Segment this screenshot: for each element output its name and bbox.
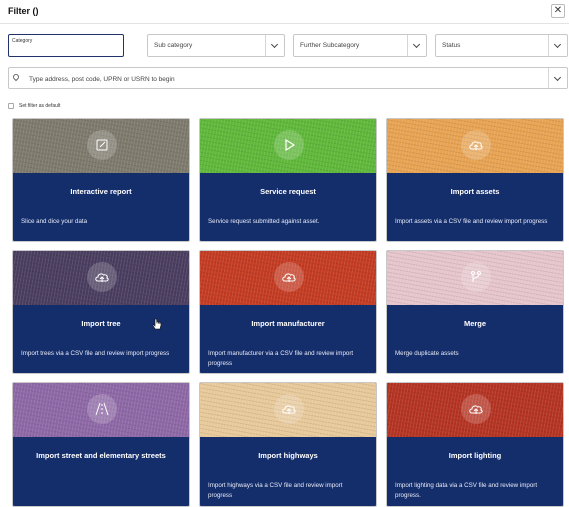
card-banner	[200, 251, 376, 305]
card-description: Import highways via a CSV file and revie…	[208, 482, 343, 499]
card-description: Merge duplicate assets	[395, 350, 459, 357]
chevron-down-icon[interactable]	[548, 35, 567, 56]
close-button[interactable]: ✕	[551, 4, 565, 18]
card-import-manufacturer[interactable]: Import manufacturer Import manufacturer v…	[199, 250, 377, 374]
card-banner	[387, 383, 563, 437]
card-description: Import manufacturer via a CSV file and r…	[208, 350, 354, 367]
card-description: Import assets via a CSV file and review …	[395, 218, 548, 225]
play-icon	[274, 130, 304, 160]
card-import-lighting[interactable]: Import lighting Import lighting data via …	[386, 382, 564, 507]
card-title: Interactive report	[70, 187, 132, 196]
card-title: Import tree	[81, 319, 121, 328]
edit-icon	[87, 130, 117, 160]
card-banner	[200, 119, 376, 173]
dialog-title: Filter ()	[8, 6, 39, 16]
card-description: Slice and dice your data	[21, 218, 88, 225]
further-subcategory-select[interactable]: Further Subcategory	[293, 34, 427, 57]
card-banner	[387, 251, 563, 305]
upload-cloud-icon	[461, 130, 491, 160]
card-import-assets[interactable]: Import assets Import assets via a CSV fil…	[386, 118, 564, 242]
card-banner	[387, 119, 563, 173]
card-import-highways[interactable]: Import highways Import highways via a CSV…	[199, 382, 377, 507]
upload-cloud-icon	[461, 394, 491, 424]
card-banner	[13, 383, 189, 437]
subcategory-select[interactable]: Sub category	[147, 34, 285, 57]
card-title: Import assets	[450, 187, 500, 196]
card-banner	[200, 383, 376, 437]
road-icon	[87, 394, 117, 424]
address-search-input[interactable]: Type address, post code, UPRN or USRN to…	[8, 67, 568, 89]
card-merge[interactable]: Merge Merge duplicate assets	[386, 250, 564, 374]
upload-cloud-icon	[274, 262, 304, 292]
upload-cloud-icon	[87, 262, 117, 292]
card-import-street-and-elementary-streets[interactable]: Import street and elementary streets	[12, 382, 190, 507]
address-search-placeholder: Type address, post code, UPRN or USRN to…	[29, 76, 175, 83]
further-subcategory-placeholder: Further Subcategory	[300, 42, 360, 49]
mouse-cursor-icon	[152, 318, 162, 330]
category-select[interactable]: Category	[8, 34, 124, 57]
card-title: Service request	[260, 187, 316, 196]
merge-icon	[461, 262, 491, 292]
chevron-down-icon[interactable]	[548, 68, 567, 88]
card-import-tree[interactable]: Import tree Import trees via a CSV file a…	[12, 250, 190, 374]
status-select[interactable]: Status	[435, 34, 568, 57]
dialog-header: Filter () ✕	[0, 0, 569, 24]
status-placeholder: Status	[442, 42, 461, 49]
card-title: Import highways	[258, 451, 318, 460]
card-title: Import street and elementary streets	[36, 451, 166, 460]
card-description: Import trees via a CSV file and review i…	[21, 350, 170, 357]
chevron-down-icon[interactable]	[407, 35, 426, 56]
card-description: Import lighting data via a CSV file and …	[395, 482, 538, 499]
chevron-down-icon[interactable]	[265, 35, 284, 56]
card-title: Import manufacturer	[251, 319, 325, 328]
card-description: Service request submitted against asset.	[208, 218, 320, 225]
set-default-label: Set filter as default	[19, 103, 61, 109]
subcategory-placeholder: Sub category	[154, 42, 193, 49]
category-label: Category	[12, 38, 33, 44]
close-icon: ✕	[553, 5, 563, 16]
card-banner	[13, 119, 189, 173]
card-interactive-report[interactable]: Interactive report Slice and dice your da…	[12, 118, 190, 242]
upload-cloud-icon	[274, 394, 304, 424]
location-pin-icon	[11, 72, 21, 82]
card-title: Merge	[463, 319, 487, 328]
card-service-request[interactable]: Service request Service request submitted…	[199, 118, 377, 242]
card-banner	[13, 251, 189, 305]
set-default-checkbox[interactable]	[8, 103, 14, 109]
card-title: Import lighting	[448, 451, 502, 460]
